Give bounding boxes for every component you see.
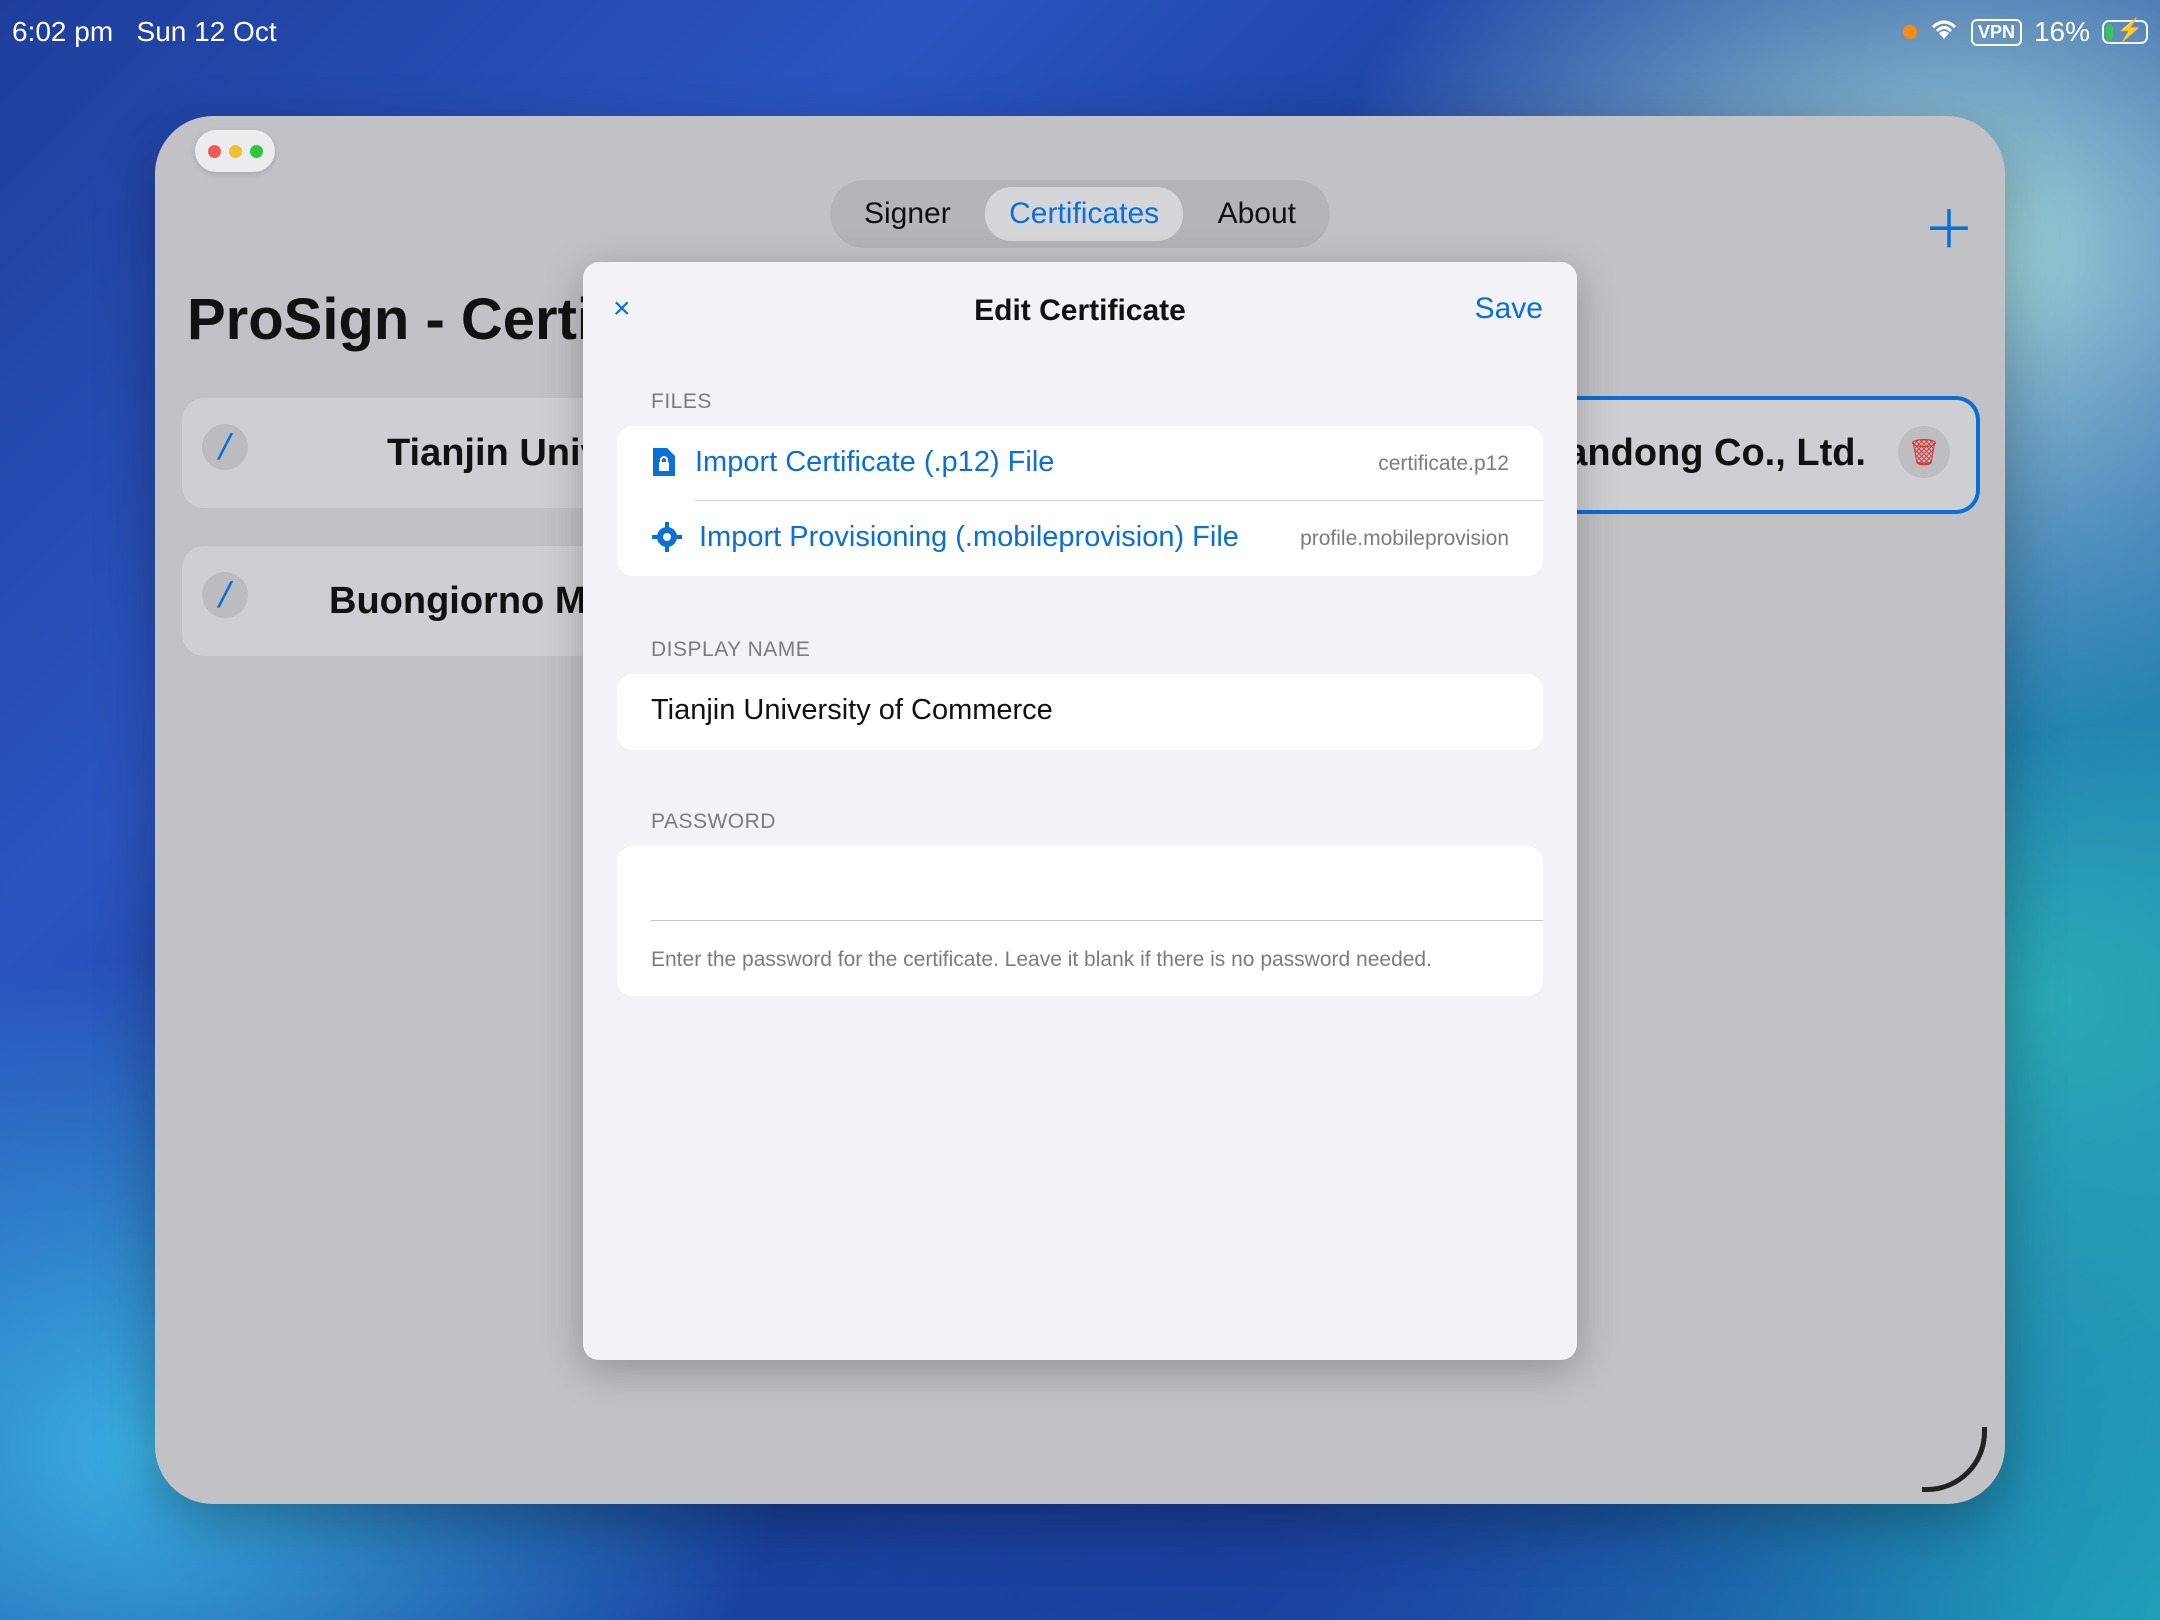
status-time: 6:02 pm Sun 12 Oct	[12, 16, 277, 48]
status-bar: 6:02 pm Sun 12 Oct VPN 16% ⚡	[0, 0, 2160, 64]
files-group: Import Certificate (.p12) File certifica…	[617, 426, 1543, 576]
minimize-dot-icon[interactable]	[228, 144, 242, 158]
certificate-row[interactable]: ╱ Buongiorno Man	[182, 546, 602, 656]
window-controls[interactable]	[195, 130, 275, 172]
certificate-filename: certificate.p12	[1378, 452, 1509, 475]
import-provisioning-label: Import Provisioning (.mobileprovision) F…	[699, 521, 1239, 553]
resize-handle-icon[interactable]	[1922, 1427, 1987, 1492]
password-underline	[651, 920, 1543, 921]
date-label: Sun 12 Oct	[136, 16, 277, 47]
add-certificate-button[interactable]: ＋	[1923, 188, 1975, 263]
edit-certificate-sheet: × Edit Certificate Save FILES Import Cer…	[583, 262, 1577, 1360]
battery-fill	[2106, 24, 2113, 40]
import-provisioning-row[interactable]: Import Provisioning (.mobileprovision) F…	[617, 501, 1543, 576]
password-section-label: PASSWORD	[651, 810, 776, 833]
plus-icon: ＋	[1922, 202, 1975, 260]
wifi-icon	[1929, 16, 1959, 48]
tab-bar: Signer Certificates About	[830, 180, 1330, 248]
certificate-row[interactable]: ╱ Tianjin Univer	[182, 398, 602, 508]
certificate-name: Buongiorno Man	[329, 580, 602, 622]
password-field[interactable]	[651, 846, 1543, 922]
sheet-title: Edit Certificate	[974, 294, 1186, 327]
password-help-text: Enter the password for the certificate. …	[651, 948, 1432, 971]
page-title: ProSign - Certi	[187, 287, 594, 352]
tab-certificates[interactable]: Certificates	[985, 187, 1184, 241]
import-certificate-row[interactable]: Import Certificate (.p12) File certifica…	[617, 426, 1543, 501]
status-icons: VPN 16% ⚡	[1902, 16, 2148, 48]
display-name-section-label: DISPLAY NAME	[651, 638, 811, 661]
import-certificate-label: Import Certificate (.p12) File	[695, 446, 1055, 478]
gear-icon	[651, 521, 683, 561]
edit-pencil-icon[interactable]: ╱	[202, 572, 248, 618]
edit-pencil-icon[interactable]: ╱	[202, 424, 248, 470]
provisioning-filename: profile.mobileprovision	[1300, 527, 1509, 550]
password-group: Enter the password for the certificate. …	[617, 846, 1543, 996]
certificate-name: Tianjin Univer	[387, 432, 602, 474]
vpn-badge: VPN	[1970, 18, 2022, 46]
files-section-label: FILES	[651, 390, 712, 413]
tab-signer[interactable]: Signer	[840, 187, 975, 241]
display-name-field[interactable]: Tianjin University of Commerce	[651, 694, 1509, 727]
document-lock-icon	[651, 446, 677, 486]
recording-indicator-icon	[1902, 25, 1917, 39]
zoom-dot-icon[interactable]	[249, 144, 263, 158]
close-dot-icon[interactable]	[207, 144, 221, 158]
selected-certificate-card[interactable]: handong Co., Ltd. 🗑	[1543, 396, 1980, 514]
certificate-name: handong Co., Ltd.	[1543, 432, 1866, 474]
trash-icon[interactable]: 🗑	[1898, 426, 1950, 478]
charging-bolt-icon: ⚡	[2116, 17, 2144, 42]
tab-about[interactable]: About	[1194, 187, 1320, 241]
display-name-group: Tianjin University of Commerce	[617, 674, 1543, 750]
battery-percentage: 16%	[2033, 16, 2090, 47]
save-button[interactable]: Save	[1475, 292, 1543, 326]
time-label: 6:02 pm	[12, 16, 114, 47]
battery-icon: ⚡	[2102, 17, 2148, 44]
